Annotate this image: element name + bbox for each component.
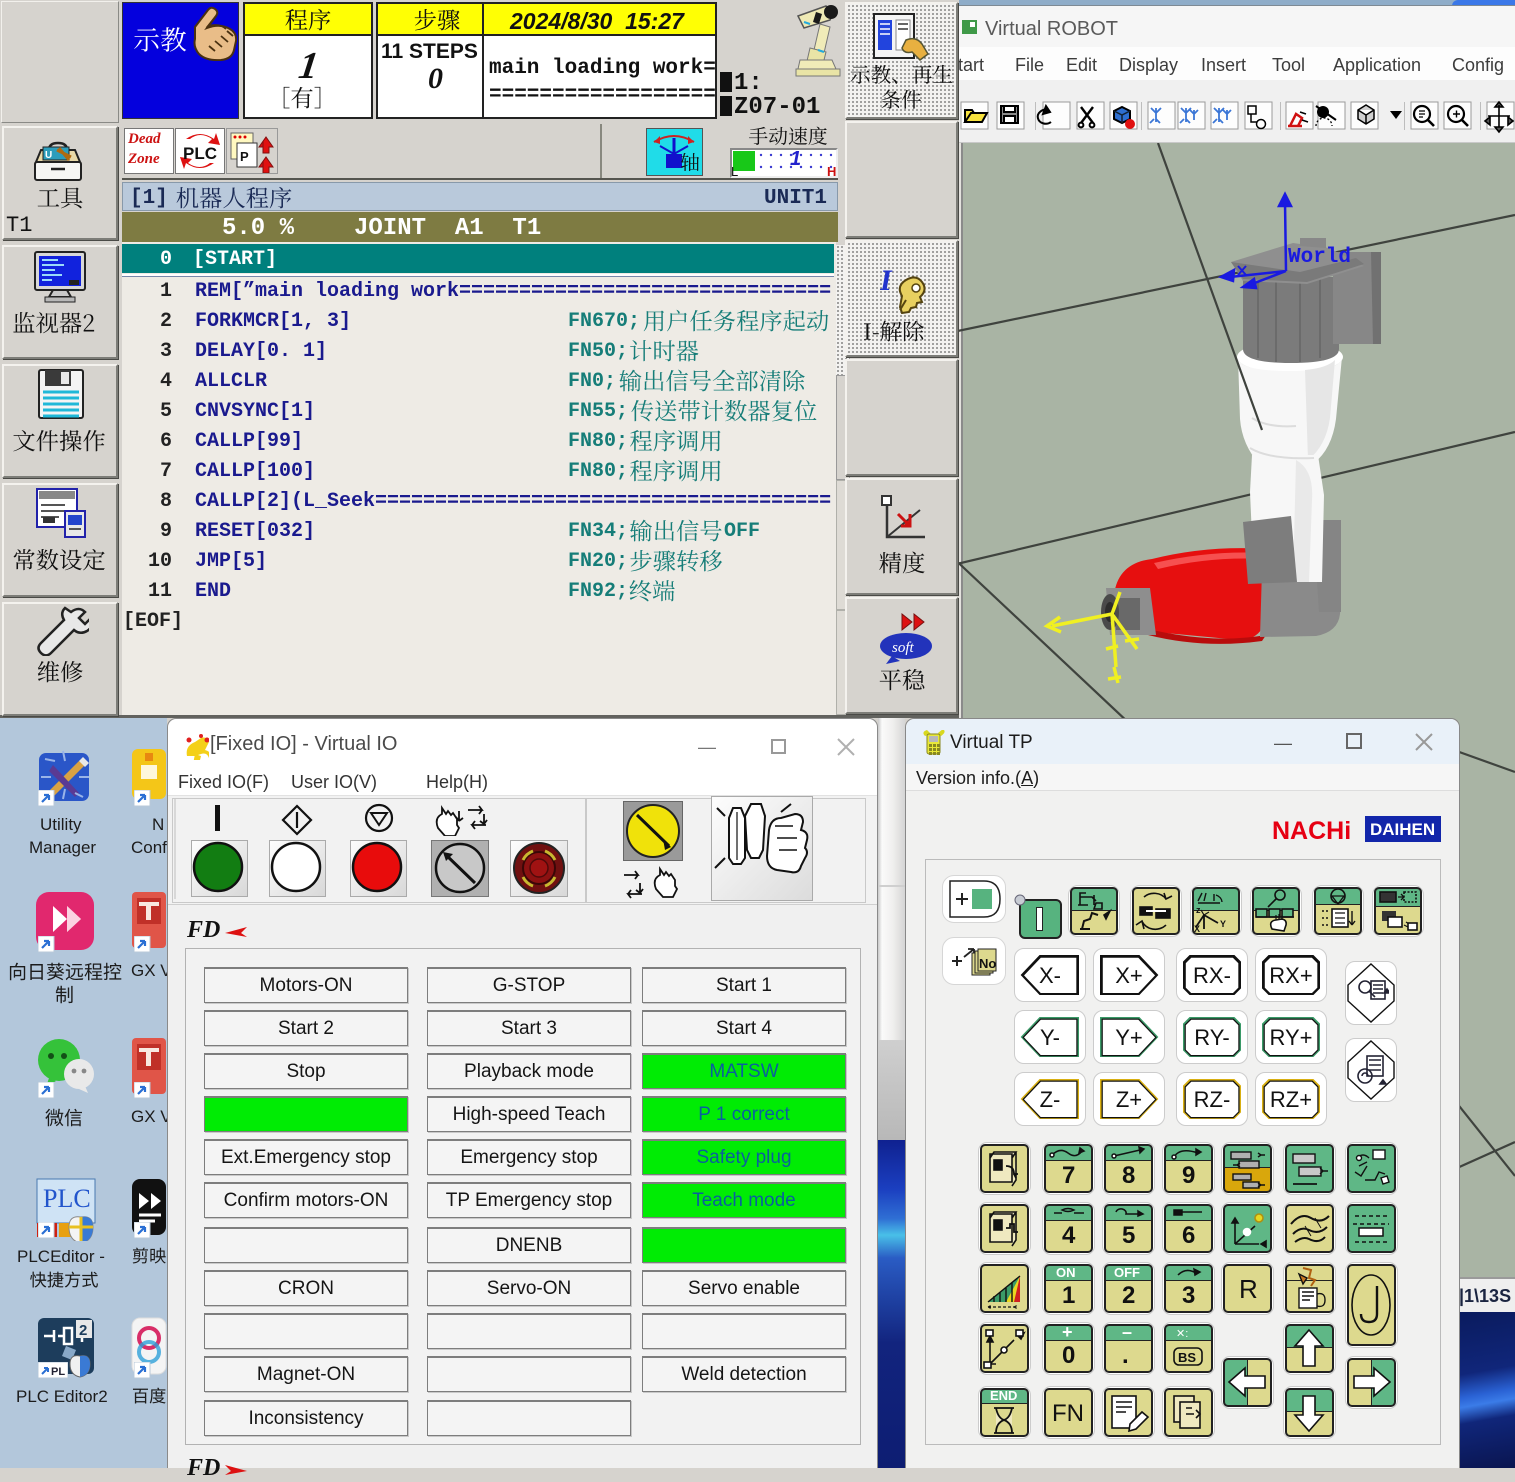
svg-text:RZ-: RZ- [1194,1087,1231,1112]
svg-text:Y-: Y- [1040,1025,1060,1050]
svg-text:X-: X- [1039,963,1061,988]
svg-text:Y: Y [1220,919,1226,929]
svg-text:z: z [1196,905,1201,915]
svg-text:Z-: Z- [1040,1087,1061,1112]
svg-text:PLC: PLC [43,1184,91,1213]
svg-text:Y+: Y+ [1115,1025,1143,1050]
svg-text:RX+: RX+ [1269,963,1312,988]
svg-text:PL: PL [51,1366,65,1378]
svg-text:✕:: ✕: [1176,1328,1188,1340]
svg-text:U: U [45,150,52,161]
svg-text:X+: X+ [1115,963,1143,988]
svg-text:X: X [1194,924,1200,934]
svg-text:P: P [240,149,249,164]
svg-text:soft: soft [892,640,915,656]
svg-text:2: 2 [79,1322,87,1339]
svg-text:PLC: PLC [183,144,217,163]
svg-text:I: I [880,264,893,297]
svg-text:Z+: Z+ [1116,1087,1142,1112]
svg-text:No: No [979,956,996,971]
svg-text:RY+: RY+ [1269,1025,1312,1050]
svg-text:RY-: RY- [1194,1025,1229,1050]
svg-text:BS: BS [1178,1350,1196,1365]
svg-text:RX-: RX- [1193,963,1231,988]
svg-text:RZ+: RZ+ [1270,1087,1312,1112]
